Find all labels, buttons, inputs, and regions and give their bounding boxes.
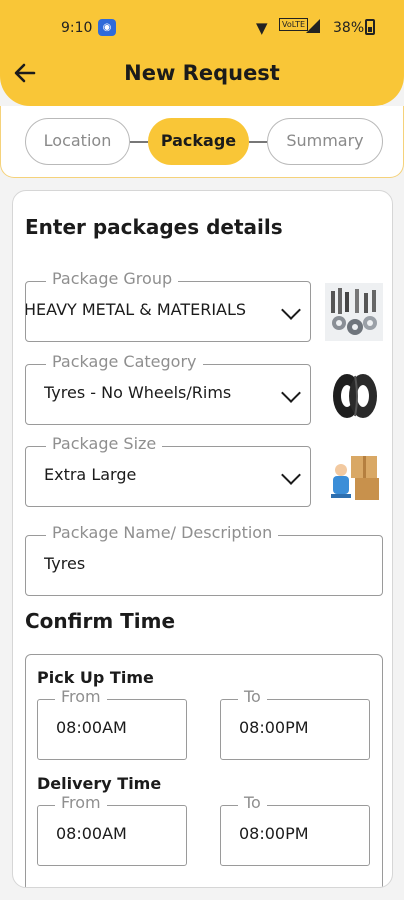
page-title: New Request [124,61,280,85]
pickup-time-label: Pick Up Time [37,668,154,687]
package-description-value: Tyres [44,554,86,573]
time-box: Pick Up Time From 08:00AM To 08:00PM Del… [25,654,383,887]
step-package[interactable]: Package [148,118,249,165]
package-category-select[interactable]: Package Category Tyres - No Wheels/Rims [25,352,311,425]
chevron-down-icon [281,383,301,403]
chevron-down-icon [281,465,301,485]
section-title-packages: Enter packages details [25,215,283,239]
pickup-from-value: 08:00AM [56,718,127,737]
package-size-label: Package Size [46,434,163,453]
package-description-label: Package Name/ Description [46,523,279,542]
package-description-field[interactable]: Package Name/ Description Tyres [25,523,383,596]
step-summary[interactable]: Summary [267,118,383,165]
notification-app-icon: ◉ [98,19,116,36]
battery-percent: 38% [333,20,365,36]
package-category-value: Tyres - No Wheels/Rims [44,383,232,402]
step-connector [249,141,267,143]
delivery-time-label: Delivery Time [37,774,162,793]
status-bar: 9:10 ◉ ▼ VoLTE 38% [0,0,404,56]
delivery-boxes-image [325,448,383,506]
pickup-from-label: From [55,687,107,706]
pickup-to-field[interactable]: To 08:00PM [220,687,370,760]
step-location[interactable]: Location [25,118,130,165]
chevron-down-icon [281,300,301,320]
pickup-to-value: 08:00PM [239,718,309,737]
pickup-to-label: To [238,687,267,706]
package-form-card: Enter packages details Package Group HEA… [12,190,393,888]
delivery-from-value: 08:00AM [56,824,127,843]
package-category-label: Package Category [46,352,203,371]
step-connector [130,141,148,143]
delivery-to-label: To [238,793,267,812]
tyres-image [325,366,383,424]
package-size-select[interactable]: Package Size Extra Large [25,434,311,507]
wifi-icon: ▼ [256,19,268,37]
signal-icon [306,19,320,33]
delivery-to-field[interactable]: To 08:00PM [220,793,370,866]
package-group-value: HEAVY METAL & MATERIALS [26,300,247,319]
volte-badge: VoLTE [279,18,309,31]
delivery-to-value: 08:00PM [239,824,309,843]
app-header: 9:10 ◉ ▼ VoLTE 38% New Request [0,0,404,106]
stepper: Location Package Summary [0,106,404,178]
section-title-time: Confirm Time [25,609,176,633]
delivery-from-label: From [55,793,107,812]
package-group-select[interactable]: Package Group HEAVY METAL & MATERIALS [25,269,311,342]
pickup-from-field[interactable]: From 08:00AM [37,687,187,760]
battery-icon [365,19,375,35]
delivery-from-field[interactable]: From 08:00AM [37,793,187,866]
package-group-label: Package Group [46,269,179,288]
status-time: 9:10 [61,20,93,36]
metal-parts-image [325,283,383,341]
package-size-value: Extra Large [44,465,137,484]
